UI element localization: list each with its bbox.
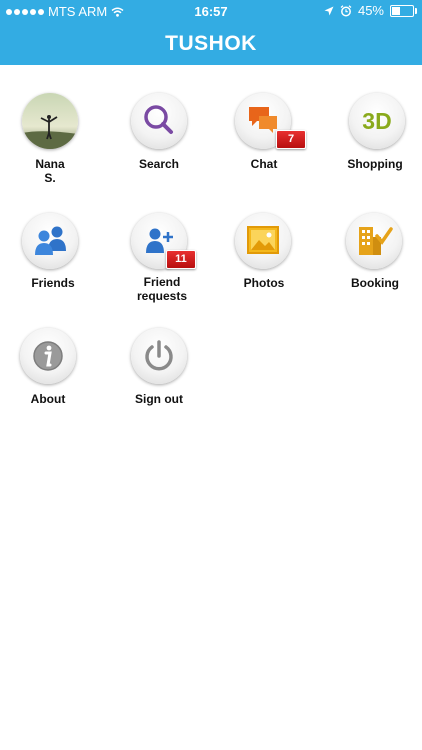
profile-avatar[interactable] [22,93,78,149]
search-label: Search [138,157,180,171]
profile-name-line1: Nana [35,157,65,171]
sign-out-label: Sign out [135,392,183,406]
friends-button[interactable] [22,213,78,269]
photos-button[interactable] [235,213,291,269]
friend-requests-label: Friend requests [112,275,212,303]
info-icon [33,341,63,371]
booking-icon [359,227,393,255]
profile-name-line2: S. [44,171,56,185]
friends-icon [35,226,66,255]
app-title: TUSHOK [165,32,257,55]
shopping-label: Shopping [347,157,403,171]
friend-requests-badge: 11 [166,250,196,269]
about-label: About [30,392,66,406]
profile-label: Nana S. [0,157,100,185]
status-bar: MTS ARM 16:57 45% [0,0,422,22]
3d-icon: 3D [362,108,392,134]
photos-label: Photos [243,276,285,290]
booking-label: Booking [351,276,399,290]
chat-badge: 7 [276,130,306,149]
friends-label: Friends [31,276,75,290]
alarm-icon [340,4,352,17]
chat-label: Chat [250,157,278,171]
booking-button[interactable] [346,213,402,269]
about-button[interactable] [20,328,76,384]
photos-icon [247,226,279,254]
search-button[interactable] [131,93,187,149]
sign-out-button[interactable] [131,328,187,384]
battery-percent: 45% [357,3,384,18]
search-icon [144,105,173,134]
shopping-button[interactable]: 3D [349,93,405,149]
location-arrow-icon [324,6,334,16]
power-icon [145,340,173,371]
battery-icon [390,4,417,17]
friend-requests-line1: Friend [143,275,181,289]
app-header: MTS ARM 16:57 45% TUSHOK [0,0,422,65]
friend-requests-line2: requests [136,289,188,303]
